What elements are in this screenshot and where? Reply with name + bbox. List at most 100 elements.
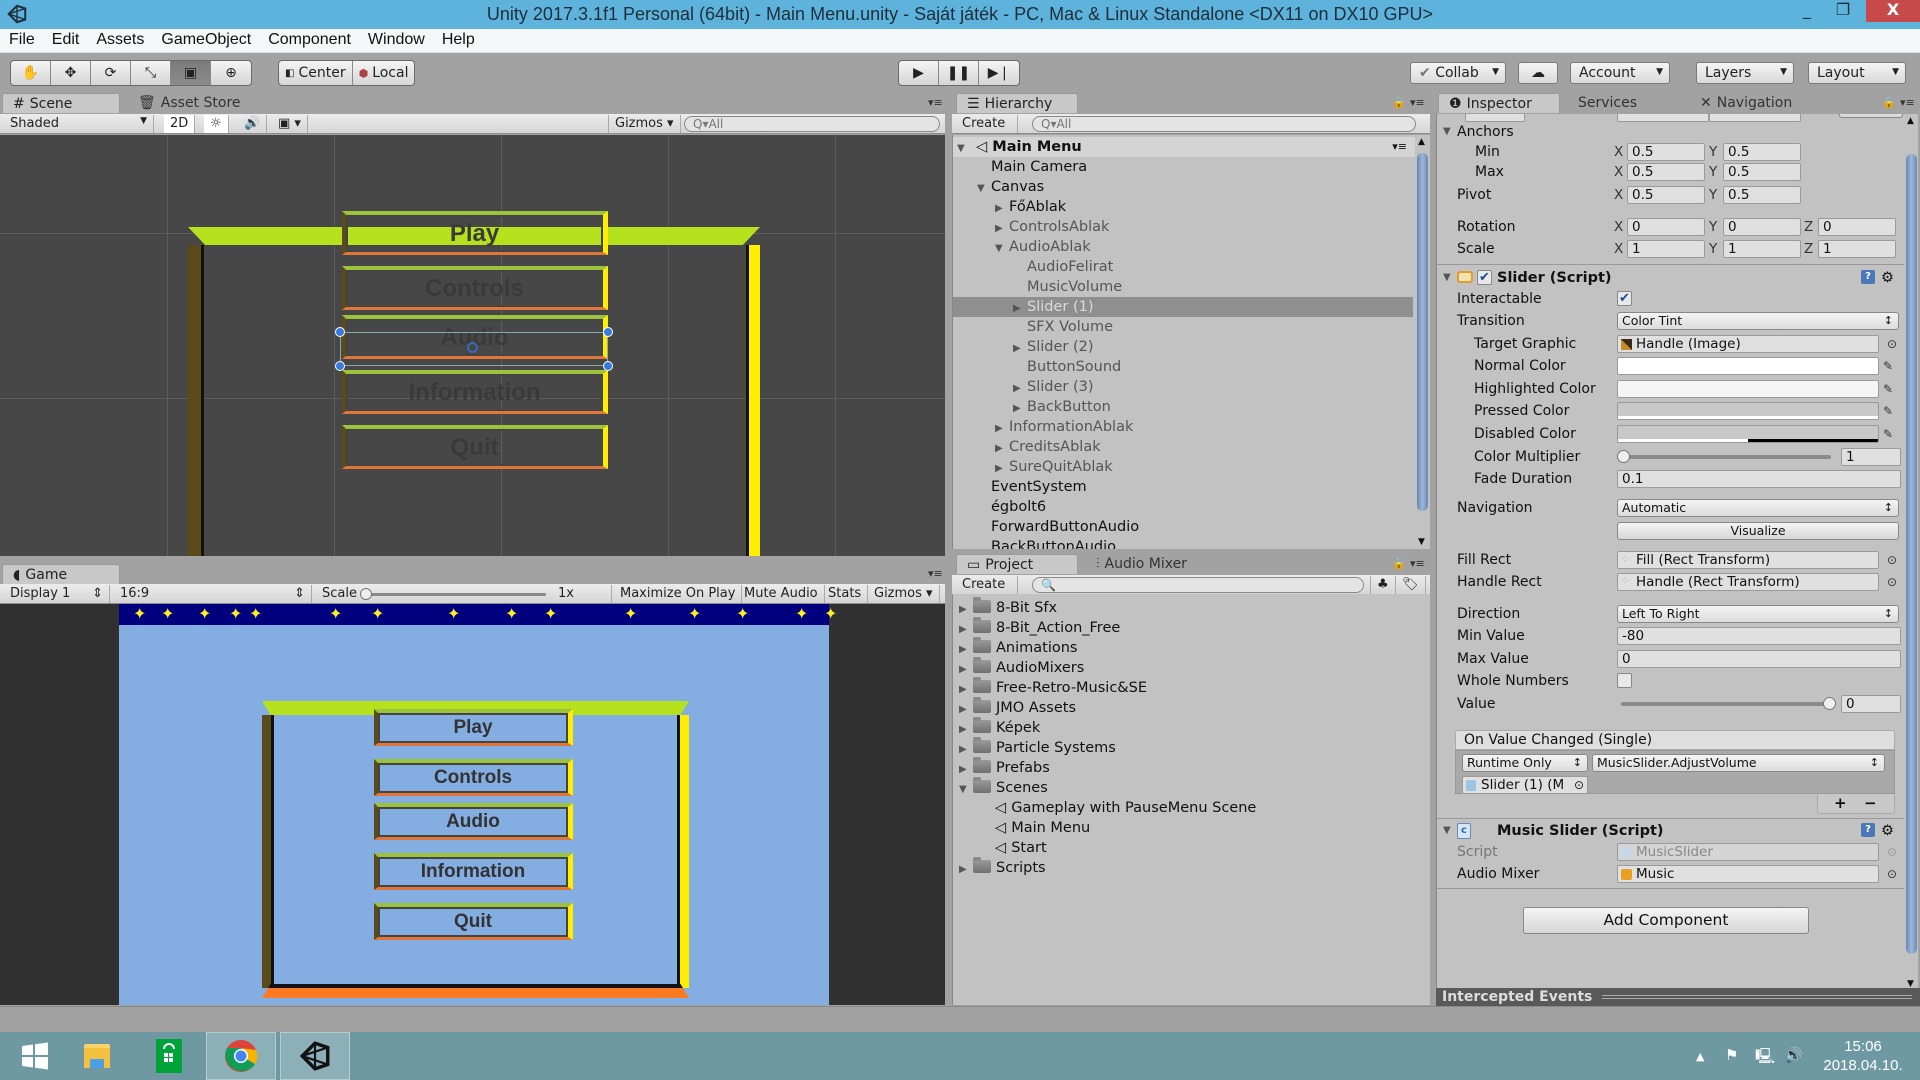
project-item[interactable]: ◁ Gameplay with PauseMenu Scene <box>981 798 1256 818</box>
display-dropdown[interactable]: Display 1 ⇕ <box>4 585 110 603</box>
panel-menu-icon[interactable]: ▾≡ <box>928 96 943 109</box>
tab-services[interactable]: Services <box>1568 93 1647 113</box>
scene-search-input[interactable]: Q▾All <box>684 116 940 132</box>
anchor-min-x[interactable]: 0.5 <box>1627 143 1705 161</box>
panel-menu-icon[interactable]: ▾≡ <box>1410 96 1425 109</box>
game-menu-button[interactable]: Play <box>374 709 573 746</box>
lighting-toggle[interactable]: ☼ <box>204 115 229 133</box>
slider-component-header[interactable]: ▼ ✔ Slider (Script) ? ⚙ <box>1437 267 1904 289</box>
aspect-dropdown[interactable]: 16:9 ⇕ <box>114 585 312 603</box>
color-multiplier-knob[interactable] <box>1617 450 1630 463</box>
expand-arrow-icon[interactable]: ▶ <box>959 860 973 880</box>
project-item[interactable]: ▶ Animations <box>959 637 1077 658</box>
pivot-handle[interactable] <box>467 342 478 353</box>
object-picker-icon[interactable]: ⊙ <box>1574 777 1584 793</box>
store-button[interactable] <box>134 1032 204 1080</box>
lock-icon[interactable]: 🔒 <box>1392 557 1406 570</box>
menu-file[interactable]: File <box>0 29 43 49</box>
chrome-button[interactable] <box>206 1032 276 1080</box>
lock-icon[interactable]: 🔒 <box>1392 96 1406 109</box>
hierarchy-item[interactable]: ▼ Canvas <box>953 177 1413 197</box>
project-item[interactable]: ▶ 8-Bit Sfx <box>959 597 1057 620</box>
stats-toggle[interactable]: Stats <box>822 585 869 603</box>
intercepted-events-bar[interactable]: Intercepted Events <box>1436 988 1920 1006</box>
hand-tool-button[interactable]: ✋ <box>11 61 51 85</box>
scene-menu-button[interactable]: Quit <box>342 425 608 469</box>
project-search-input[interactable]: 🔍 <box>1032 577 1364 593</box>
volume-icon[interactable]: 🔊 <box>1784 1046 1803 1064</box>
music-slider-component-header[interactable]: ▼ c Music Slider (Script) ? ⚙ <box>1437 820 1904 842</box>
inspector-scrollbar[interactable]: ▲ ▼ <box>1904 114 1918 991</box>
file-explorer-button[interactable] <box>62 1032 132 1080</box>
resize-handle[interactable] <box>335 327 345 337</box>
expand-arrow-icon[interactable]: ▶ <box>995 419 1009 439</box>
tab-scene[interactable]: # Scene <box>2 93 120 113</box>
lock-icon[interactable]: 🔒 <box>1882 96 1896 109</box>
eyedropper-icon[interactable]: ✎ <box>1883 356 1893 376</box>
handle-rect-field[interactable]: ⁘ Handle (Rect Transform) <box>1617 573 1879 591</box>
hierarchy-item[interactable]: MusicVolume <box>953 277 1413 297</box>
hierarchy-item[interactable]: ▶ Slider (1) <box>953 297 1413 317</box>
color-multiplier-track[interactable] <box>1621 455 1831 459</box>
project-item[interactable]: ▶ Képek <box>959 717 1040 738</box>
scale-x[interactable]: 1 <box>1627 240 1705 258</box>
game-view[interactable]: ✦ ✦ ✦ ✦ ✦ ✦ ✦ ✦ ✦ ✦ ✦ ✦ ✦ ✦ ✦ Play Controls Audio Informa… <box>0 604 945 1005</box>
scene-menu-button[interactable]: Controls <box>342 266 608 310</box>
project-item[interactable]: ▼ Scenes <box>959 777 1048 798</box>
hierarchy-item[interactable]: EventSystem <box>953 477 1413 497</box>
fade-duration-field[interactable]: 0.1 <box>1617 470 1901 488</box>
max-value-field[interactable]: 0 <box>1617 650 1901 668</box>
target-graphic-field[interactable]: Handle (Image) <box>1617 335 1879 353</box>
menu-assets[interactable]: Assets <box>87 29 152 49</box>
color-multiplier-field[interactable]: 1 <box>1841 448 1901 466</box>
game-menu-button[interactable]: Controls <box>374 759 573 796</box>
rotation-z[interactable]: 0 <box>1818 218 1896 236</box>
project-item[interactable]: ▶ Particle Systems <box>959 737 1116 760</box>
help-icon[interactable]: ? <box>1861 823 1875 837</box>
account-dropdown[interactable]: Account ▼ <box>1570 62 1670 84</box>
expand-arrow-icon[interactable]: ▶ <box>1013 399 1027 419</box>
expand-arrow-icon[interactable]: ▼ <box>977 179 991 199</box>
project-item[interactable]: ▶ 8-Bit_Action_Free <box>959 617 1120 638</box>
hierarchy-item[interactable]: ▼ AudioAblak <box>953 237 1413 257</box>
project-item[interactable]: ▶ Free-Retro-Music&SE <box>959 677 1147 698</box>
highlighted-color-swatch[interactable] <box>1617 379 1879 398</box>
expand-arrow-icon[interactable]: ▶ <box>995 219 1009 239</box>
panel-menu-icon[interactable]: ▾≡ <box>928 567 943 580</box>
maximize-button[interactable]: ❐ <box>1826 0 1860 22</box>
pressed-color-swatch[interactable] <box>1617 402 1879 420</box>
audio-toggle[interactable]: 🔊 <box>238 115 268 133</box>
hierarchy-item[interactable]: ▶ Slider (2) <box>953 337 1413 357</box>
eyedropper-icon[interactable]: ✎ <box>1883 401 1893 421</box>
tab-audio-mixer[interactable]: ⫶ Audio Mixer <box>1086 554 1197 574</box>
pivot-y[interactable]: 0.5 <box>1723 186 1801 204</box>
menu-help[interactable]: Help <box>433 29 483 49</box>
unity-button[interactable] <box>280 1032 350 1080</box>
minimize-button[interactable]: _ <box>1790 0 1824 22</box>
expand-arrow-icon[interactable]: ▶ <box>959 600 973 620</box>
collab-dropdown[interactable]: ✔ Collab ▼ <box>1410 62 1506 84</box>
pivot-x[interactable]: 0.5 <box>1627 186 1705 204</box>
shading-dropdown[interactable]: Shaded ▼ <box>4 115 154 133</box>
expand-arrow-icon[interactable]: ▼ <box>1443 820 1457 842</box>
move-tool-button[interactable]: ✥ <box>51 61 91 85</box>
tab-navigation[interactable]: ✕ Navigation <box>1690 93 1802 113</box>
scene-header[interactable]: ▼ ◁ Main Menu ▾≡ <box>953 137 1415 157</box>
min-value-field[interactable]: -80 <box>1617 627 1901 645</box>
gear-icon[interactable]: ⚙ <box>1881 820 1894 842</box>
expand-arrow-icon[interactable]: ▶ <box>959 740 973 760</box>
whole-numbers-checkbox[interactable] <box>1617 673 1632 688</box>
project-create-dropdown[interactable]: Create ▾ <box>956 576 1018 607</box>
transform-tool-button[interactable]: ⊕ <box>211 61 251 85</box>
resize-handle[interactable] <box>603 361 613 371</box>
expand-arrow-icon[interactable]: ▼ <box>957 139 971 159</box>
navigation-dropdown[interactable]: Automatic <box>1617 499 1899 517</box>
scroll-thumb[interactable] <box>1417 153 1428 511</box>
cloud-button[interactable]: ☁ <box>1518 62 1558 84</box>
rotation-y[interactable]: 0 <box>1723 218 1801 236</box>
menu-component[interactable]: Component <box>259 29 359 49</box>
hierarchy-item[interactable]: ▶ Slider (3) <box>953 377 1413 397</box>
object-picker-icon[interactable]: ⊙ <box>1887 864 1897 884</box>
pivot-center-button[interactable]: ◧ Center <box>279 61 353 85</box>
event-target-field[interactable]: Slider (1) (M ⊙ <box>1462 776 1588 794</box>
